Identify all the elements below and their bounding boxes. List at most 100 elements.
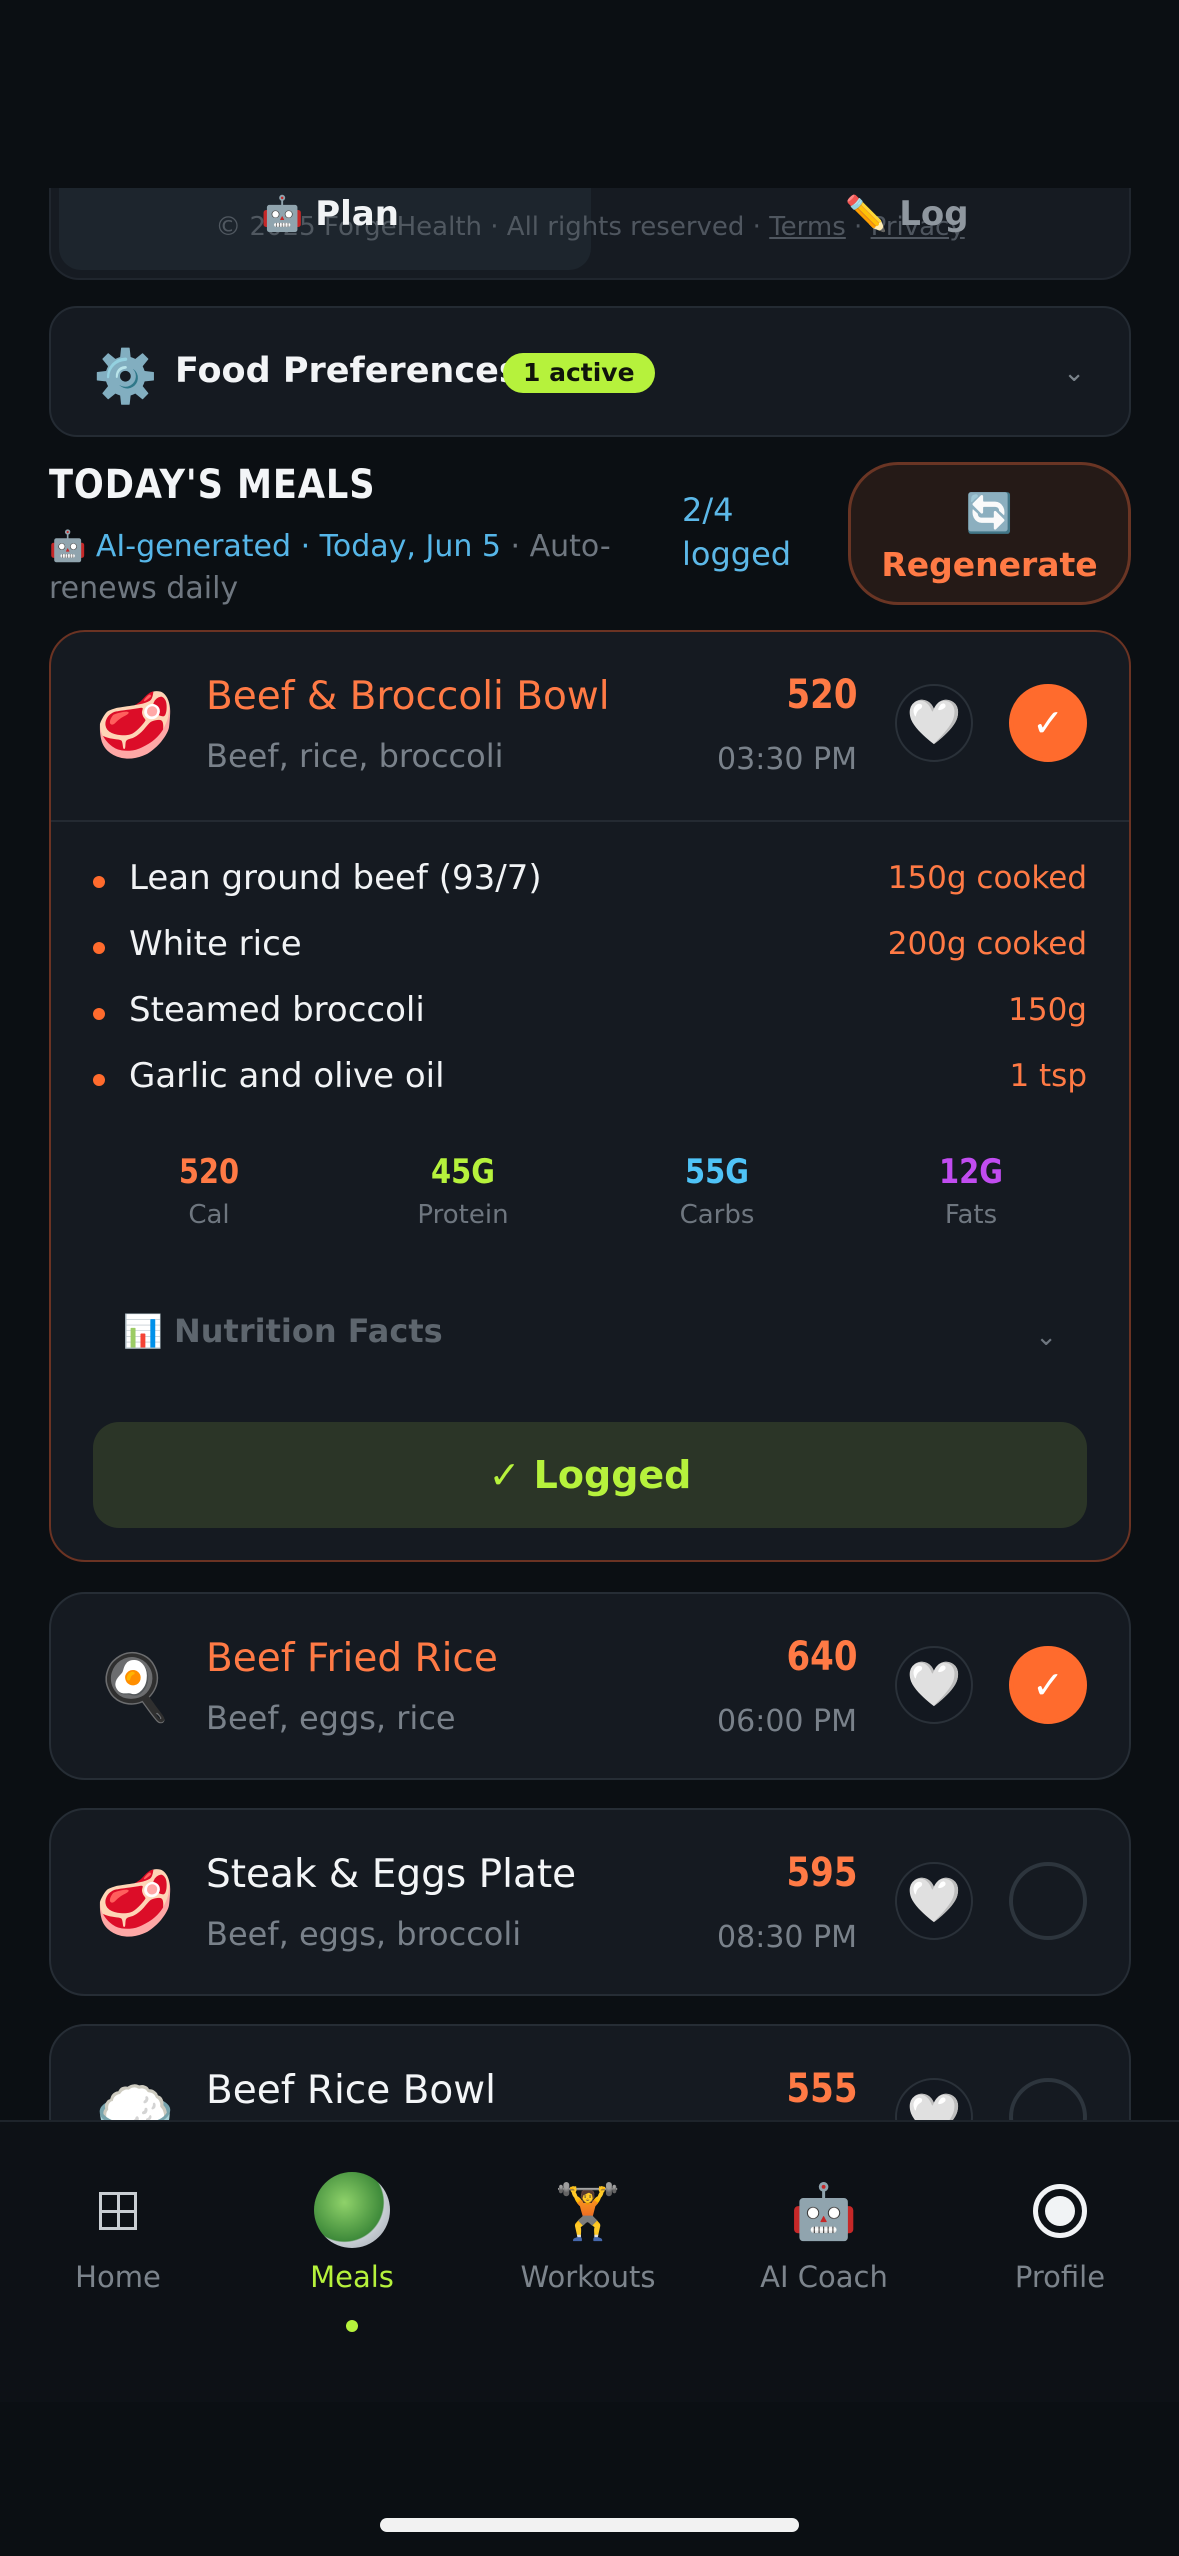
check-circle-empty[interactable] xyxy=(1009,1862,1087,1940)
ingredient-row: Garlic and olive oil 1 tsp xyxy=(93,1052,1087,1102)
bullet-dot xyxy=(93,1008,105,1020)
meal-name: Beef & Broccoli Bowl xyxy=(206,674,610,719)
meal-card[interactable]: 🍳 Beef Fried Rice Beef, eggs, rice 640 0… xyxy=(49,1592,1131,1780)
grid-icon xyxy=(99,2192,137,2230)
meal-card-header[interactable]: 🥩 Beef & Broccoli Bowl Beef, rice, brocc… xyxy=(51,632,1129,818)
logged-button[interactable]: ✓ Logged xyxy=(93,1422,1087,1528)
logged-label: logged xyxy=(682,535,792,573)
bullet-dot xyxy=(93,942,105,954)
meal-name: Steak & Eggs Plate xyxy=(206,1852,577,1897)
heart-icon[interactable]: 🤍 xyxy=(895,1646,973,1724)
ingredient-row: White rice 200g cooked xyxy=(93,920,1087,970)
gear-icon: ⚙️ xyxy=(93,347,158,407)
meal-calories: 640 xyxy=(786,1634,857,1680)
nav-item-workouts[interactable]: 🏋️ Workouts xyxy=(470,2122,706,2294)
salad-icon xyxy=(314,2172,390,2248)
home-indicator[interactable] xyxy=(380,2518,799,2532)
pencil-icon: ✏️ xyxy=(845,194,888,234)
ingredient-amount: 150g xyxy=(1008,992,1087,1028)
meal-time: 03:30 PM xyxy=(717,742,857,777)
meal-name: Beef Fried Rice xyxy=(206,1636,498,1681)
steak-icon: 🥩 xyxy=(95,689,175,763)
macro-fats: 12G Fats xyxy=(871,1152,1071,1230)
meal-calories: 595 xyxy=(786,1850,857,1896)
meal-time: 06:00 PM xyxy=(717,1704,857,1739)
checkmark-icon[interactable]: ✓ xyxy=(1009,684,1087,762)
meal-description: Beef, eggs, broccoli xyxy=(206,1915,522,1953)
macro-carbs: 55G Carbs xyxy=(617,1152,817,1230)
heart-icon[interactable]: 🤍 xyxy=(895,1862,973,1940)
nav-label: Home xyxy=(75,2260,161,2294)
meal-description: Beef, rice, broccoli xyxy=(206,737,504,775)
macro-label: Carbs xyxy=(679,1200,755,1230)
frying-pan-icon: 🍳 xyxy=(95,1651,175,1725)
meal-card-header[interactable]: 🍳 Beef Fried Rice Beef, eggs, rice 640 0… xyxy=(51,1594,1129,1778)
food-preferences-title: Food Preferences xyxy=(175,351,520,391)
ingredient-row: Steamed broccoli 150g xyxy=(93,986,1087,1036)
meals-subtitle: 🤖 AI-generated · Today, Jun 5 · Auto-ren… xyxy=(49,526,689,610)
meal-time: 08:30 PM xyxy=(717,1920,857,1955)
refresh-icon: 🔄 xyxy=(965,491,1014,535)
ingredient-amount: 1 tsp xyxy=(1009,1058,1087,1094)
nutrition-facts-label: Nutrition Facts xyxy=(173,1312,443,1350)
heart-icon[interactable]: 🤍 xyxy=(895,684,973,762)
ingredient-name: Steamed broccoli xyxy=(129,990,425,1030)
checkmark-icon[interactable]: ✓ xyxy=(1009,1646,1087,1724)
meal-card[interactable]: 🥩 Steak & Eggs Plate Beef, eggs, broccol… xyxy=(49,1808,1131,1996)
nav-label: AI Coach xyxy=(760,2260,888,2294)
logged-count: 2/4 xyxy=(682,491,734,529)
weightlifter-icon: 🏋️ xyxy=(554,2180,622,2243)
macro-label: Fats xyxy=(944,1200,998,1230)
robot-icon: 🤖 xyxy=(49,529,87,564)
nav-label: Meals xyxy=(310,2260,394,2294)
macro-label: Cal xyxy=(188,1200,230,1230)
nutrition-facts-toggle[interactable]: 📊 Nutrition Facts xyxy=(123,1312,443,1350)
macro-label: Protein xyxy=(417,1200,509,1230)
active-tab-indicator xyxy=(346,2320,358,2332)
terms-link[interactable]: Terms xyxy=(769,212,846,242)
chevron-down-icon: ⌄ xyxy=(1063,358,1085,388)
robot-icon: 🤖 xyxy=(790,2180,858,2243)
meal-description: Beef, eggs, rice xyxy=(206,1699,456,1737)
regenerate-button[interactable]: 🔄 Regenerate xyxy=(848,462,1131,605)
ingredient-name: Garlic and olive oil xyxy=(129,1056,445,1096)
bottom-nav: Home Meals 🏋️ Workouts 🤖 AI Coach Profil… xyxy=(0,2120,1179,2402)
meal-name: Beef Rice Bowl xyxy=(206,2068,496,2113)
active-count-badge: 1 active xyxy=(503,353,655,393)
nav-item-ai-coach[interactable]: 🤖 AI Coach xyxy=(706,2122,942,2294)
macro-value: 520 xyxy=(178,1152,240,1192)
meal-card-expanded: 🥩 Beef & Broccoli Bowl Beef, rice, brocc… xyxy=(49,630,1131,1562)
ingredient-amount: 150g cooked xyxy=(887,860,1087,896)
divider xyxy=(51,820,1129,822)
macro-calories: 520 Cal xyxy=(109,1152,309,1230)
tab-log-label: Log xyxy=(899,194,969,234)
tab-log[interactable]: ✏️ Log xyxy=(845,194,969,234)
ai-generated-date: AI-generated · Today, Jun 5 xyxy=(95,529,501,564)
meal-card-header[interactable]: 🥩 Steak & Eggs Plate Beef, eggs, broccol… xyxy=(51,1810,1129,1994)
tab-plan-label: Plan xyxy=(315,194,399,234)
tab-plan[interactable]: 🤖 Plan xyxy=(261,194,399,234)
bar-chart-icon: 📊 xyxy=(123,1312,163,1350)
macro-protein: 45G Protein xyxy=(363,1152,563,1230)
profile-icon xyxy=(1033,2184,1087,2238)
nav-label: Workouts xyxy=(520,2260,656,2294)
meal-calories: 555 xyxy=(786,2066,857,2112)
plan-log-segmented-control: © 2025 ForgeHealth · All rights reserved… xyxy=(49,188,1131,280)
food-preferences-toggle[interactable]: ⚙️ Food Preferences 1 active ⌄ xyxy=(49,306,1131,437)
ingredient-name: White rice xyxy=(129,924,302,964)
nav-item-home[interactable]: Home xyxy=(0,2122,236,2294)
bullet-dot xyxy=(93,876,105,888)
bullet-dot xyxy=(93,1074,105,1086)
app-screen: © 2025 ForgeHealth · All rights reserved… xyxy=(0,0,1179,2556)
robot-icon: 🤖 xyxy=(261,194,304,234)
logged-progress: 2/4 logged xyxy=(682,488,791,576)
macro-value: 55G xyxy=(685,1152,749,1192)
steak-icon: 🥩 xyxy=(95,1867,175,1941)
chevron-down-icon[interactable]: ⌄ xyxy=(1035,1322,1057,1352)
macro-value: 12G xyxy=(939,1152,1003,1192)
ingredient-amount: 200g cooked xyxy=(887,926,1087,962)
meal-calories: 520 xyxy=(786,672,857,718)
nav-item-profile[interactable]: Profile xyxy=(942,2122,1178,2294)
nav-item-meals[interactable]: Meals xyxy=(234,2122,470,2294)
nav-label: Profile xyxy=(1014,2260,1106,2294)
